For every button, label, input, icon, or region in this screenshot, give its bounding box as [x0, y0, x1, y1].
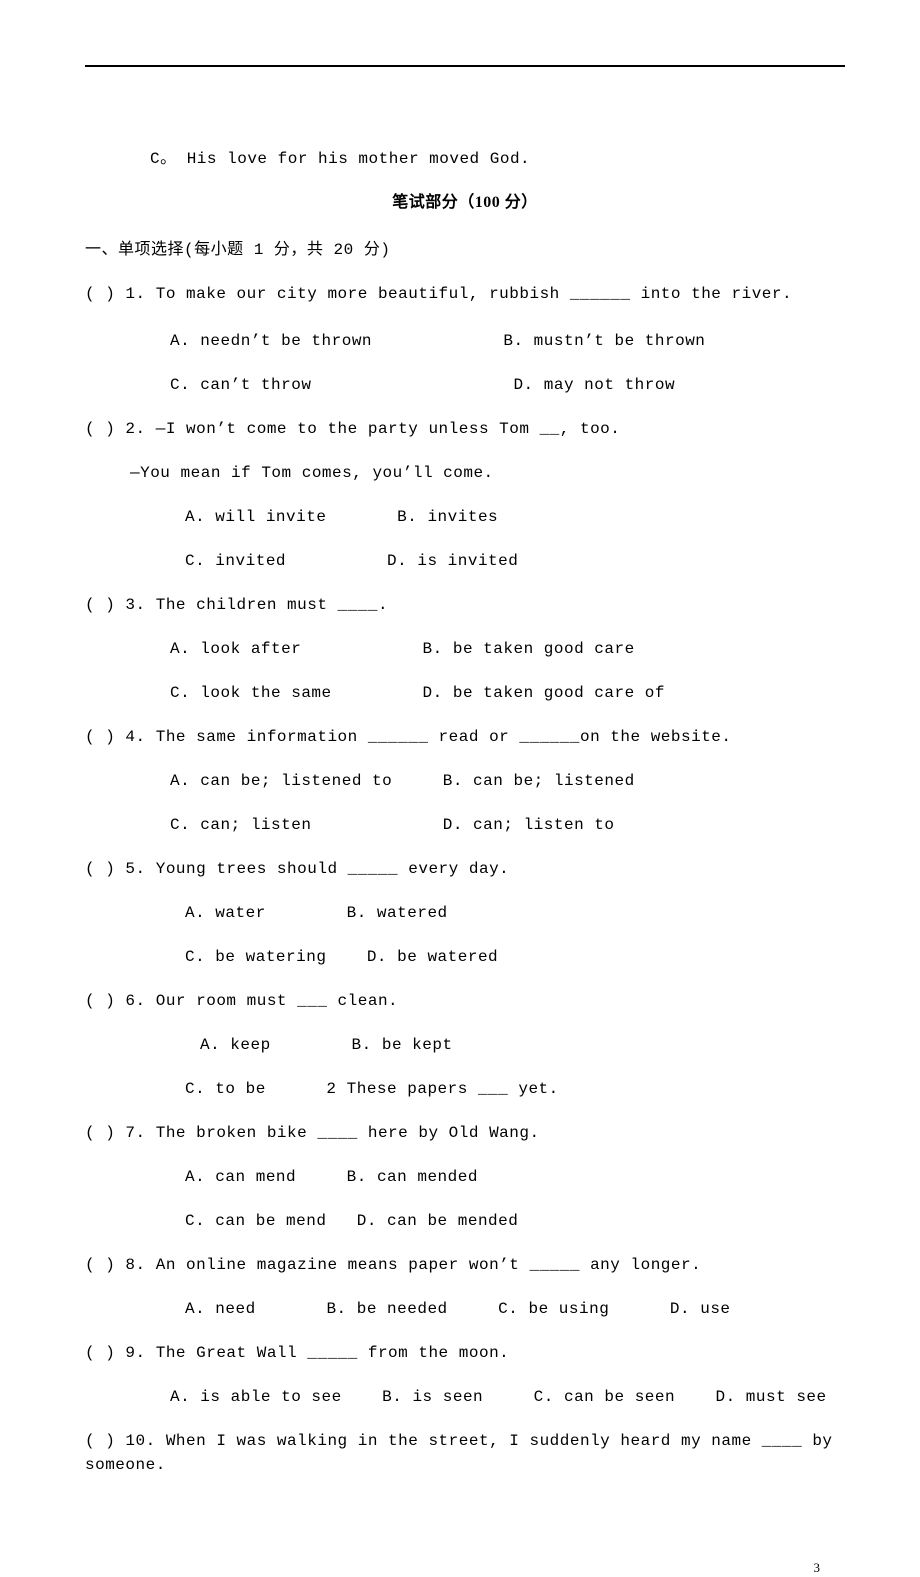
q7-prompt: ( ) 7. The broken bike ____ here by Old … [85, 1121, 845, 1145]
q5-option-a: A. water [185, 904, 266, 922]
q4-prompt: ( ) 4. The same information ______ read … [85, 725, 845, 749]
q2-continuation: —You mean if Tom comes, you’ll come. [85, 461, 845, 485]
q2-option-a: A. will invite [185, 508, 326, 526]
q8-option-c: C. be using [498, 1300, 609, 1318]
q3-option-a: A. look after [170, 640, 301, 658]
q7-options-row1: A. can mend B. can mended [85, 1165, 845, 1189]
q9-options-row: A. is able to see B. is seen C. can be s… [85, 1385, 845, 1409]
q5-prompt: ( ) 5. Young trees should _____ every da… [85, 857, 845, 881]
q3-option-d: D. be taken good care of [423, 684, 665, 702]
q4-options-row2: C. can; listen D. can; listen to [85, 813, 845, 837]
q7-option-a: A. can mend [185, 1168, 296, 1186]
page-number: 3 [814, 1558, 821, 1577]
q6-prompt: ( ) 6. Our room must ___ clean. [85, 989, 845, 1013]
q3-option-b: B. be taken good care [423, 640, 635, 658]
prior-option-c: C。 His love for his mother moved God. [85, 147, 845, 171]
q4-option-a: A. can be; listened to [170, 772, 392, 790]
q2-options-row1: A. will invite B. invites [85, 505, 845, 529]
q5-options-row1: A. water B. watered [85, 901, 845, 925]
q3-prompt: ( ) 3. The children must ____. [85, 593, 845, 617]
q3-options-row2: C. look the same D. be taken good care o… [85, 681, 845, 705]
q8-options-row: A. need B. be needed C. be using D. use [85, 1297, 845, 1321]
q3-options-row1: A. look after B. be taken good care [85, 637, 845, 661]
q5-option-c: C. be watering [185, 948, 326, 966]
q6-options-row1: A. keep B. be kept [85, 1033, 845, 1057]
q1-option-d: D. may not throw [513, 376, 675, 394]
q6-option-b: B. be kept [352, 1036, 453, 1054]
q9-prompt: ( ) 9. The Great Wall _____ from the moo… [85, 1341, 845, 1365]
q2-prompt: ( ) 2. —I won’t come to the party unless… [85, 417, 845, 441]
q4-option-c: C. can; listen [170, 816, 311, 834]
q4-options-row1: A. can be; listened to B. can be; listen… [85, 769, 845, 793]
q7-option-d: D. can be mended [357, 1212, 519, 1230]
q7-option-c: C. can be mend [185, 1212, 326, 1230]
q6-option-c: C. to be [185, 1080, 266, 1098]
q6-option-a: A. keep [200, 1036, 271, 1054]
section1-header: 一、单项选择(每小题 1 分，共 20 分) [85, 238, 845, 262]
q2-options-row2: C. invited D. is invited [85, 549, 845, 573]
q9-option-a: A. is able to see [170, 1388, 342, 1406]
q2-option-d: D. is invited [387, 552, 518, 570]
q3-option-c: C. look the same [170, 684, 332, 702]
q1-option-a: A. needn’t be thrown [170, 332, 372, 350]
q5-options-row2: C. be watering D. be watered [85, 945, 845, 969]
q6-options-row2: C. to be 2 These papers ___ yet. [85, 1077, 845, 1101]
q1-prompt: ( ) 1. To make our city more beautiful, … [85, 282, 845, 306]
q8-option-b: B. be needed [326, 1300, 447, 1318]
q8-prompt: ( ) 8. An online magazine means paper wo… [85, 1253, 845, 1277]
q9-option-b: B. is seen [382, 1388, 483, 1406]
q4-option-d: D. can; listen to [443, 816, 615, 834]
q8-option-d: D. use [670, 1300, 731, 1318]
q7-option-b: B. can mended [347, 1168, 478, 1186]
section-title: 笔试部分（100 分） [85, 191, 845, 215]
q6-continuation: 2 These papers ___ yet. [326, 1080, 558, 1098]
q7-options-row2: C. can be mend D. can be mended [85, 1209, 845, 1233]
q8-option-a: A. need [185, 1300, 256, 1318]
q2-option-c: C. invited [185, 552, 286, 570]
q1-options-row1: A. needn’t be thrown B. mustn’t be throw… [85, 329, 845, 353]
q2-option-b: B. invites [397, 508, 498, 526]
q10-prompt: ( ) 10. When I was walking in the street… [85, 1429, 845, 1477]
q9-option-c: C. can be seen [534, 1388, 675, 1406]
q1-options-row2: C. can’t throw D. may not throw [85, 373, 845, 397]
q4-option-b: B. can be; listened [443, 772, 635, 790]
q9-option-d: D. must see [716, 1388, 827, 1406]
q5-option-d: D. be watered [367, 948, 498, 966]
q1-option-b: B. mustn’t be thrown [503, 332, 705, 350]
q1-option-c: C. can’t throw [170, 376, 311, 394]
q5-option-b: B. watered [347, 904, 448, 922]
page-content: C。 His love for his mother moved God. 笔试… [85, 65, 845, 1517]
